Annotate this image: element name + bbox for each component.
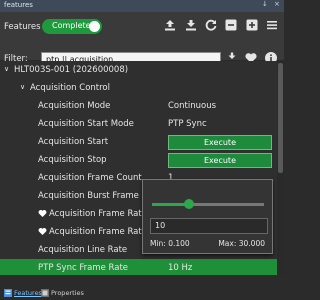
feature-name: Acquisition Stop [38,155,107,165]
heart-icon[interactable] [38,209,47,218]
complete-toggle[interactable]: Complete [42,19,102,34]
download-icon[interactable] [184,18,198,32]
slider-handle[interactable] [183,199,194,209]
feature-name: Acquisition Mode [38,101,111,111]
frame-rate-editor-popup: 10 Min: 0.100 Max: 30.000 [142,179,273,254]
tree-device-node[interactable]: ∨ HLT003S-001 (202600008) [0,61,277,79]
feature-name: Acquisition Frame Count [38,173,142,183]
feature-name: Acquisition Line Rate [38,245,128,255]
pin-button[interactable]: ↓ [262,0,268,8]
feature-name: Acquisition Frame Rate [49,209,147,219]
heart-icon[interactable] [38,227,47,236]
feature-row[interactable]: Acquisition Mode Continuous [0,97,277,115]
feature-value[interactable]: Continuous [168,101,216,111]
refresh-icon[interactable] [204,18,218,32]
toggle-label: Complete [52,21,91,30]
properties-tab-icon [41,289,49,297]
tree-scrollbar[interactable] [277,61,284,275]
close-button[interactable]: × [274,0,280,8]
window-titlebar: features ↓ × [0,0,284,12]
max-label: Max: 30.000 [218,239,265,248]
feature-name: Acquisition Start [38,137,109,147]
device-label: HLT003S-001 (202600008) [14,65,129,75]
scrollbar-thumb[interactable] [278,63,283,173]
window-title: features [4,1,33,9]
toggle-knob [89,21,100,32]
features-label: Features [4,22,41,32]
feature-name: Acquisition Start Mode [38,119,134,129]
bottom-tabs: Features Properties [0,286,284,300]
feature-row-selected[interactable]: PTP Sync Frame Rate 10 Hz [0,259,277,275]
collapse-all-icon[interactable] [224,18,238,32]
feature-row[interactable]: Acquisition Start Execute [0,133,277,151]
frame-rate-slider[interactable] [152,199,264,209]
category-label: Acquisition Control [30,83,110,93]
feature-row[interactable]: Acquisition Start Mode PTP Sync [0,115,277,133]
feature-row[interactable]: Acquisition Stop Execute [0,151,277,169]
acquisition-stop-execute-button[interactable]: Execute [168,153,272,168]
feature-value[interactable]: 10 Hz [168,263,192,273]
min-label: Min: 0.100 [150,239,190,248]
frame-rate-input[interactable]: 10 [150,218,268,234]
menu-icon[interactable] [265,18,279,32]
feature-value[interactable]: PTP Sync [168,119,207,129]
features-tab-icon [4,289,12,297]
expand-all-icon[interactable] [245,18,259,32]
feature-name: PTP Sync Frame Rate [38,263,129,273]
toolbar: Features Complete Filter: ptp || acquisi… [0,12,284,68]
expand-chevron-icon[interactable]: ∨ [20,83,25,91]
tree-category-node[interactable]: ∨ Acquisition Control [0,79,277,97]
acquisition-start-execute-button[interactable]: Execute [168,135,272,150]
upload-icon[interactable] [163,18,177,32]
expand-chevron-icon[interactable]: ∨ [4,65,9,73]
